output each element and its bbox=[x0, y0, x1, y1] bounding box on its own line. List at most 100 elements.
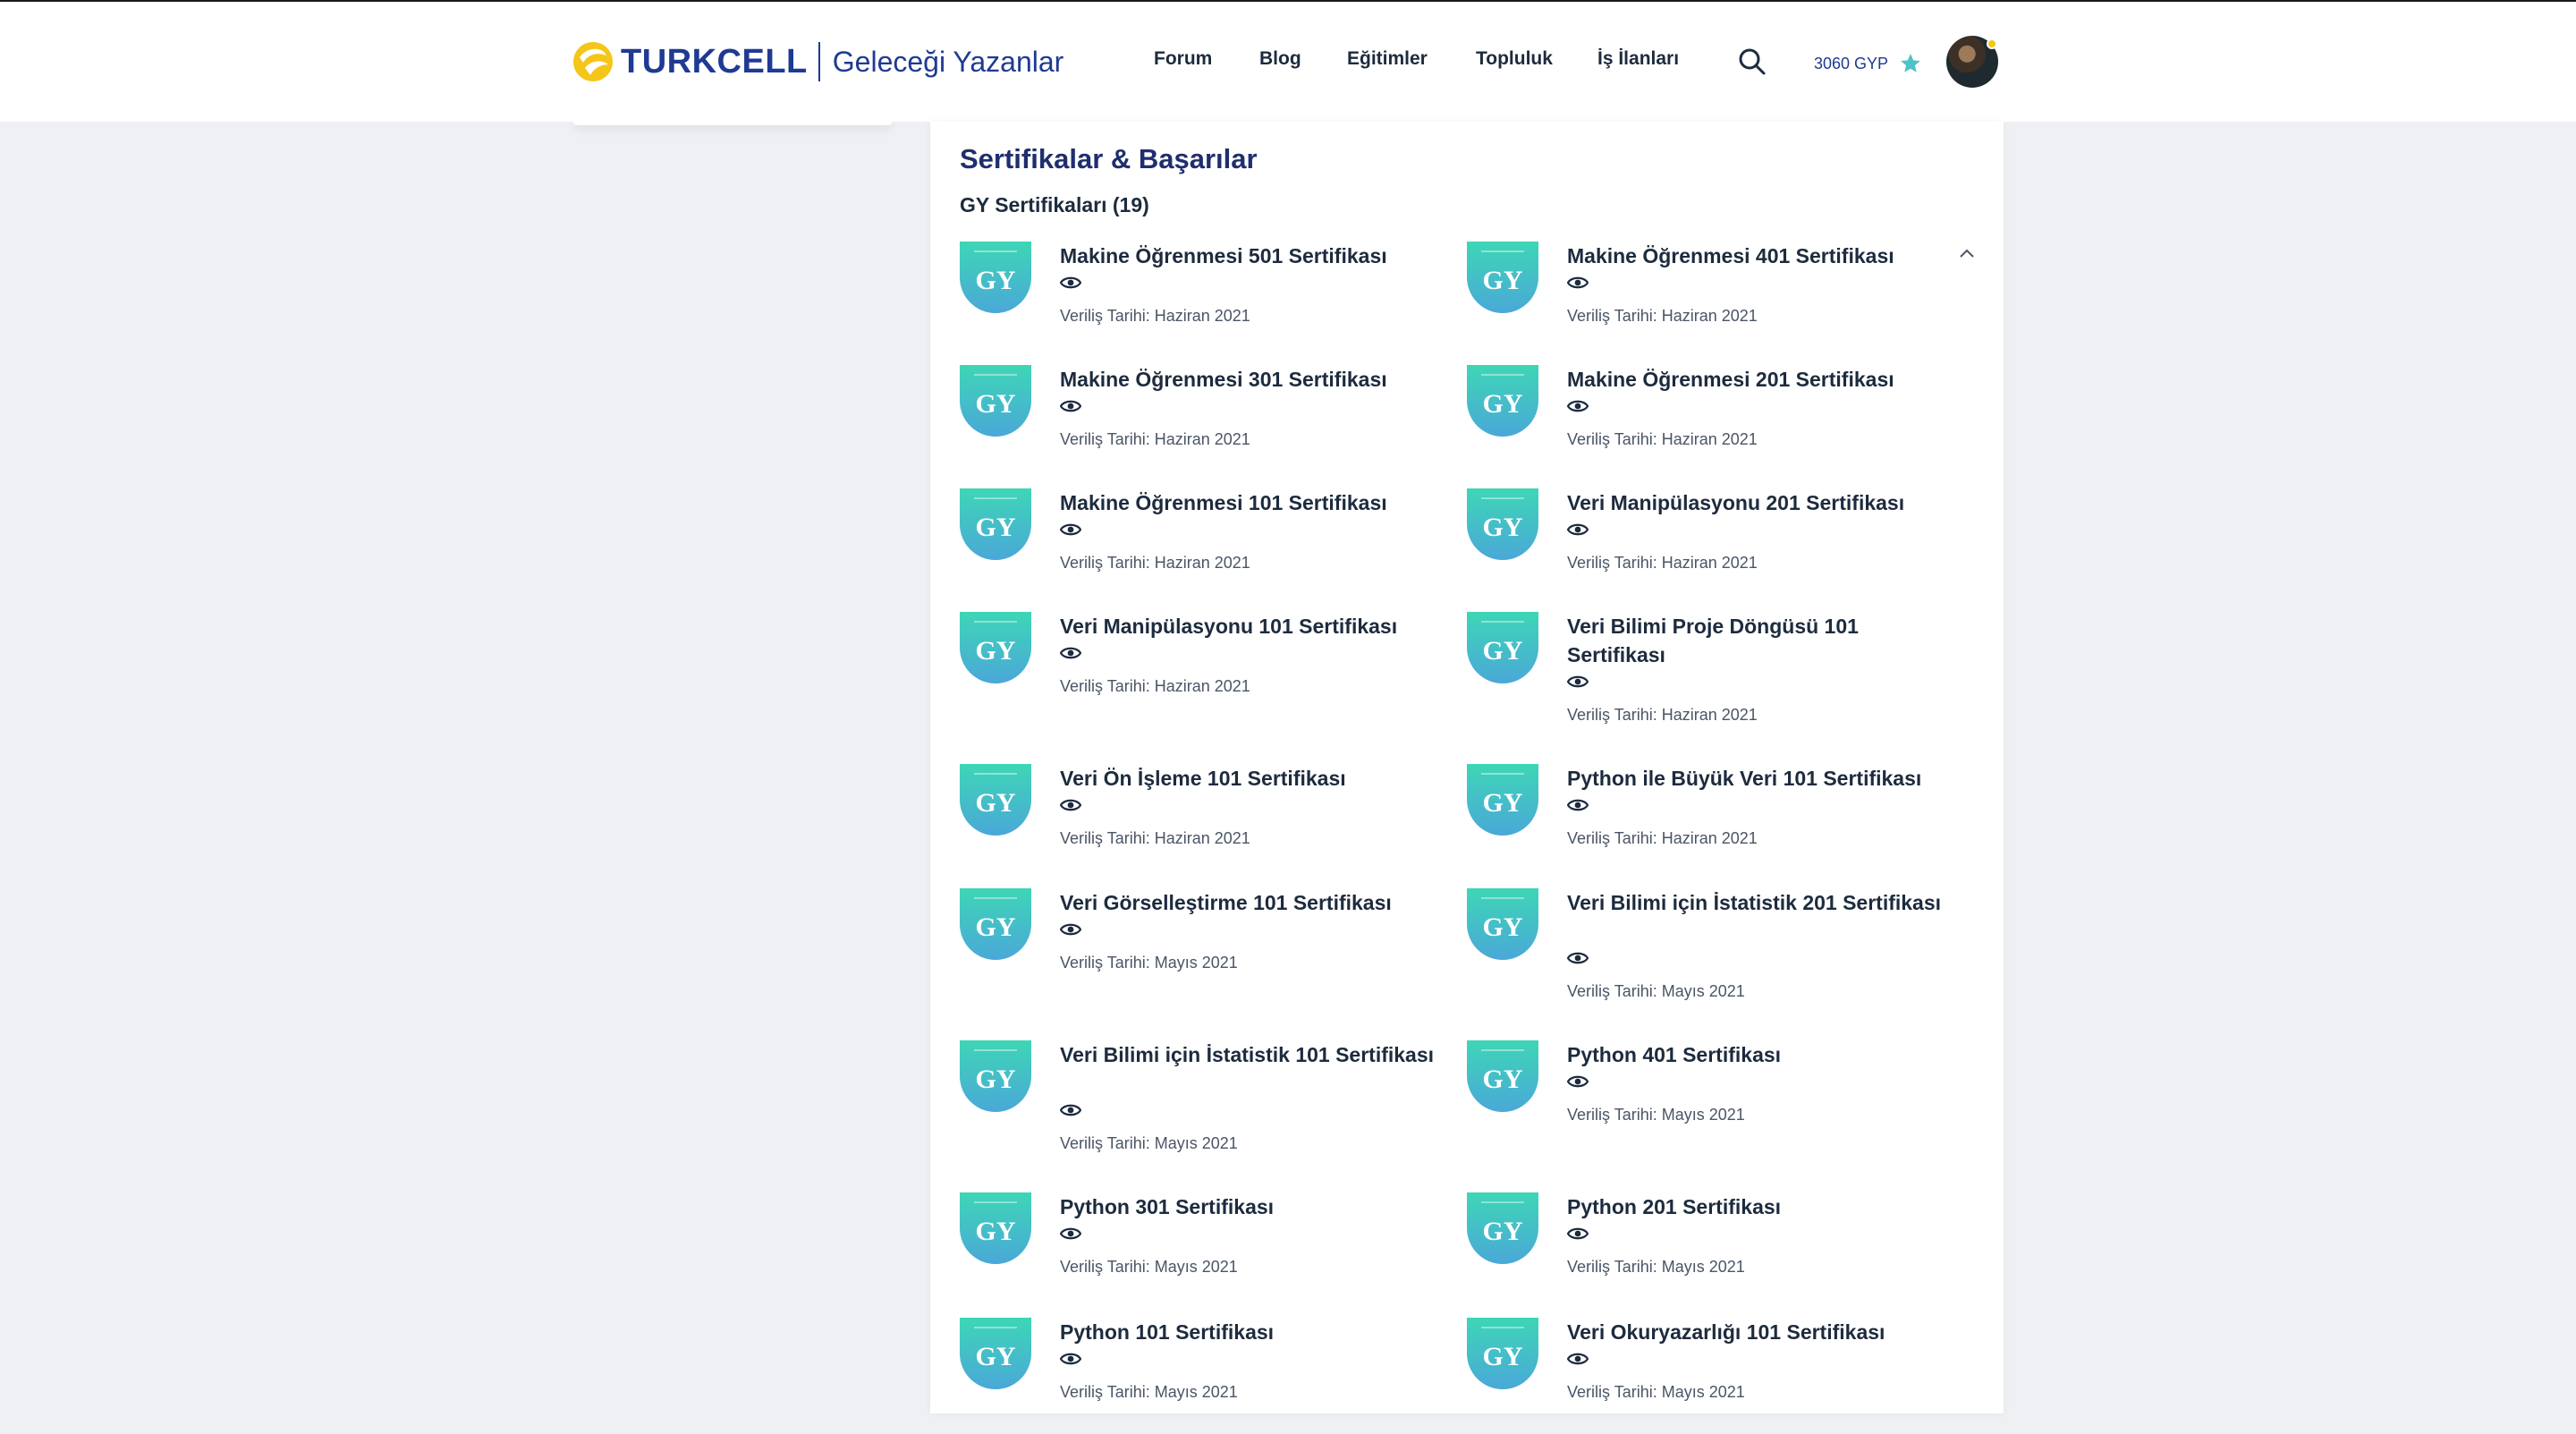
gy-badge-icon[interactable]: GY bbox=[1467, 1040, 1538, 1112]
certificate-date: Veriliş Tarihi: Mayıs 2021 bbox=[1060, 1383, 1238, 1401]
certificate-date: Veriliş Tarihi: Haziran 2021 bbox=[1567, 829, 1758, 847]
brand-name: TURKCELL bbox=[621, 42, 808, 81]
certificate-item[interactable]: GY Makine Öğrenmesi 301 Sertifikası Verili… bbox=[960, 365, 1425, 481]
eye-icon[interactable] bbox=[1567, 1226, 1589, 1241]
certificate-title[interactable]: Veri Bilimi için İstatistik 101 Sertifik… bbox=[1060, 1040, 1436, 1069]
certificate-item[interactable]: GY Python 401 Sertifikası Veriliş Tarihi: … bbox=[1467, 1040, 1932, 1157]
gy-badge-icon[interactable]: GY bbox=[960, 1318, 1031, 1389]
certificate-date: Veriliş Tarihi: Haziran 2021 bbox=[1060, 829, 1250, 847]
certificate-item[interactable]: GY Veri Manipülasyonu 201 Sertifikası Veri… bbox=[1467, 488, 1932, 605]
eye-icon[interactable] bbox=[1060, 798, 1081, 812]
chevron-up-icon[interactable] bbox=[1957, 247, 1977, 259]
eye-icon[interactable] bbox=[1060, 1352, 1081, 1366]
eye-icon[interactable] bbox=[1567, 1352, 1589, 1366]
nav-egitimler[interactable]: Eğitimler bbox=[1347, 48, 1428, 70]
certificate-item[interactable]: GY Makine Öğrenmesi 401 Sertifikası Verili… bbox=[1467, 242, 1932, 358]
certificate-title[interactable]: Makine Öğrenmesi 101 Sertifikası bbox=[1060, 488, 1436, 517]
search-icon[interactable] bbox=[1737, 47, 1767, 77]
gy-badge-icon[interactable]: GY bbox=[1467, 488, 1538, 560]
certificate-item[interactable]: GY Veri Okuryazarlığı 101 Sertifikası Veri… bbox=[1467, 1318, 1932, 1434]
certificate-title[interactable]: Python 401 Sertifikası bbox=[1567, 1040, 1943, 1069]
certificate-title[interactable]: Veri Okuryazarlığı 101 Sertifikası bbox=[1567, 1318, 1943, 1346]
certificate-item[interactable]: GY Veri Manipülasyonu 101 Sertifikası Veri… bbox=[960, 612, 1425, 728]
eye-icon[interactable] bbox=[1060, 522, 1081, 537]
certificate-date: Veriliş Tarihi: Haziran 2021 bbox=[1060, 677, 1250, 695]
eye-icon[interactable] bbox=[1060, 646, 1081, 660]
certificate-title[interactable]: Python 201 Sertifikası bbox=[1567, 1192, 1943, 1221]
certificate-title[interactable]: Python ile Büyük Veri 101 Sertifikası bbox=[1567, 764, 1943, 793]
certificate-title[interactable]: Veri Manipülasyonu 201 Sertifikası bbox=[1567, 488, 1943, 517]
eye-icon[interactable] bbox=[1567, 951, 1589, 965]
certificate-title[interactable]: Veri Manipülasyonu 101 Sertifikası bbox=[1060, 612, 1436, 641]
certificate-title[interactable]: Veri Bilimi Proje Döngüsü 101 Sertifikas… bbox=[1567, 612, 1943, 669]
gy-badge-icon[interactable]: GY bbox=[960, 888, 1031, 960]
eye-icon[interactable] bbox=[1567, 276, 1589, 290]
eye-icon[interactable] bbox=[1567, 798, 1589, 812]
certificate-title[interactable]: Veri Görselleştirme 101 Sertifikası bbox=[1060, 888, 1436, 917]
eye-icon[interactable] bbox=[1060, 399, 1081, 413]
eye-icon[interactable] bbox=[1567, 1074, 1589, 1089]
certificate-item[interactable]: GY Veri Bilimi için İstatistik 201 Sertif… bbox=[1467, 888, 1941, 1005]
badge-label: GY bbox=[976, 513, 1016, 542]
certificate-item[interactable]: GY Python 201 Sertifikası Veriliş Tarihi: … bbox=[1467, 1192, 1932, 1309]
gy-badge-icon[interactable]: GY bbox=[1467, 764, 1538, 836]
nav-forum[interactable]: Forum bbox=[1154, 48, 1212, 70]
certificate-date: Veriliş Tarihi: Mayıs 2021 bbox=[1567, 1106, 1745, 1124]
certificate-title[interactable]: Python 101 Sertifikası bbox=[1060, 1318, 1436, 1346]
logo-divider bbox=[818, 42, 820, 81]
gy-badge-icon[interactable]: GY bbox=[960, 242, 1031, 313]
user-avatar[interactable] bbox=[1946, 36, 1998, 88]
badge-label: GY bbox=[1483, 912, 1523, 942]
eye-icon[interactable] bbox=[1060, 922, 1081, 937]
certificate-title[interactable]: Makine Öğrenmesi 301 Sertifikası bbox=[1060, 365, 1436, 394]
certificate-date: Veriliş Tarihi: Haziran 2021 bbox=[1060, 307, 1250, 325]
gy-badge-icon[interactable]: GY bbox=[960, 488, 1031, 560]
badge-label: GY bbox=[1483, 1342, 1523, 1371]
gy-badge-icon[interactable]: GY bbox=[960, 612, 1031, 683]
nav-blog[interactable]: Blog bbox=[1259, 48, 1301, 70]
eye-icon[interactable] bbox=[1567, 399, 1589, 413]
nav-topluluk[interactable]: Topluluk bbox=[1476, 48, 1553, 70]
certificate-item[interactable]: GY Veri Bilimi Proje Döngüsü 101 Sertifik… bbox=[1467, 612, 1932, 728]
gy-badge-icon[interactable]: GY bbox=[1467, 1318, 1538, 1389]
gy-badge-icon[interactable]: GY bbox=[1467, 1192, 1538, 1264]
certificate-item[interactable]: GY Veri Ön İşleme 101 Sertifikası Veriliş … bbox=[960, 764, 1425, 880]
certificate-item[interactable]: GY Python ile Büyük Veri 101 Sertifikası V… bbox=[1467, 764, 1932, 880]
certificate-title[interactable]: Veri Ön İşleme 101 Sertifikası bbox=[1060, 764, 1436, 793]
gy-badge-icon[interactable]: GY bbox=[960, 365, 1031, 437]
badge-label: GY bbox=[1483, 1065, 1523, 1094]
eye-icon[interactable] bbox=[1060, 1103, 1081, 1117]
certificate-item[interactable]: GY Veri Görselleştirme 101 Sertifikası Ver… bbox=[960, 888, 1425, 1005]
sidebar-card bbox=[572, 116, 893, 125]
eye-icon[interactable] bbox=[1060, 1226, 1081, 1241]
gy-badge-icon[interactable]: GY bbox=[960, 764, 1031, 836]
certificate-item[interactable]: GY Makine Öğrenmesi 501 Sertifikası Verili… bbox=[960, 242, 1425, 358]
nav-is-ilanlari[interactable]: İş İlanları bbox=[1597, 48, 1679, 70]
certificate-title[interactable]: Makine Öğrenmesi 201 Sertifikası bbox=[1567, 365, 1943, 394]
gy-badge-icon[interactable]: GY bbox=[1467, 888, 1538, 960]
eye-icon[interactable] bbox=[1567, 522, 1589, 537]
certificate-item[interactable]: GY Python 101 Sertifikası Veriliş Tarihi: … bbox=[960, 1318, 1425, 1434]
certificate-item[interactable]: GY Makine Öğrenmesi 101 Sertifikası Verili… bbox=[960, 488, 1425, 605]
notification-dot bbox=[1987, 38, 1997, 49]
site-logo[interactable]: TURKCELL Geleceği Yazanlar bbox=[571, 39, 1063, 84]
certificate-title[interactable]: Veri Bilimi için İstatistik 201 Sertifik… bbox=[1567, 888, 1943, 917]
eye-icon[interactable] bbox=[1060, 276, 1081, 290]
gy-badge-icon[interactable]: GY bbox=[960, 1040, 1031, 1112]
certificate-item[interactable]: GY Makine Öğrenmesi 201 Sertifikası Verili… bbox=[1467, 365, 1932, 481]
points-value: 3060 GYP bbox=[1814, 54, 1889, 72]
certificate-item[interactable]: GY Python 301 Sertifikası Veriliş Tarihi: … bbox=[960, 1192, 1425, 1309]
gy-badge-icon[interactable]: GY bbox=[1467, 242, 1538, 313]
certificate-title[interactable]: Makine Öğrenmesi 401 Sertifikası bbox=[1567, 242, 1943, 270]
eye-icon[interactable] bbox=[1567, 675, 1589, 689]
points-display[interactable]: 3060 GYP bbox=[1814, 52, 1922, 75]
certificate-title[interactable]: Makine Öğrenmesi 501 Sertifikası bbox=[1060, 242, 1436, 270]
certificate-date: Veriliş Tarihi: Mayıs 2021 bbox=[1567, 1383, 1745, 1401]
gy-badge-icon[interactable]: GY bbox=[960, 1192, 1031, 1264]
gy-badge-icon[interactable]: GY bbox=[1467, 612, 1538, 683]
certificate-item[interactable]: GY Veri Bilimi için İstatistik 101 Sertif… bbox=[960, 1040, 1434, 1157]
gy-badge-icon[interactable]: GY bbox=[1467, 365, 1538, 437]
badge-label: GY bbox=[976, 912, 1016, 942]
certificate-title[interactable]: Python 301 Sertifikası bbox=[1060, 1192, 1436, 1221]
certificate-date: Veriliş Tarihi: Mayıs 2021 bbox=[1060, 1258, 1238, 1276]
